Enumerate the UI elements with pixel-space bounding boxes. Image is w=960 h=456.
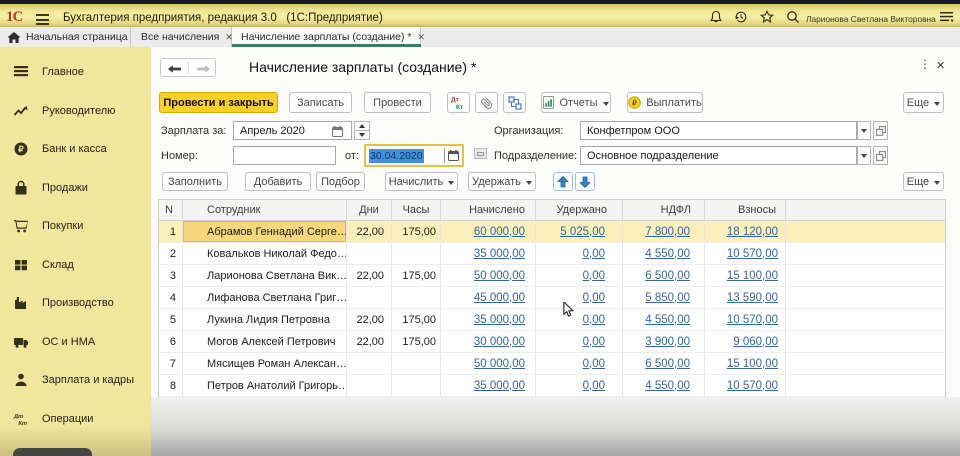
svg-text:Дт: Дт xyxy=(13,414,23,420)
svg-text:Дт: Дт xyxy=(451,97,459,104)
svg-text:Кт: Кт xyxy=(456,104,463,110)
svg-text:₽: ₽ xyxy=(632,98,637,107)
svg-text:₽: ₽ xyxy=(18,144,24,154)
svg-text:Кт: Кт xyxy=(18,421,27,427)
